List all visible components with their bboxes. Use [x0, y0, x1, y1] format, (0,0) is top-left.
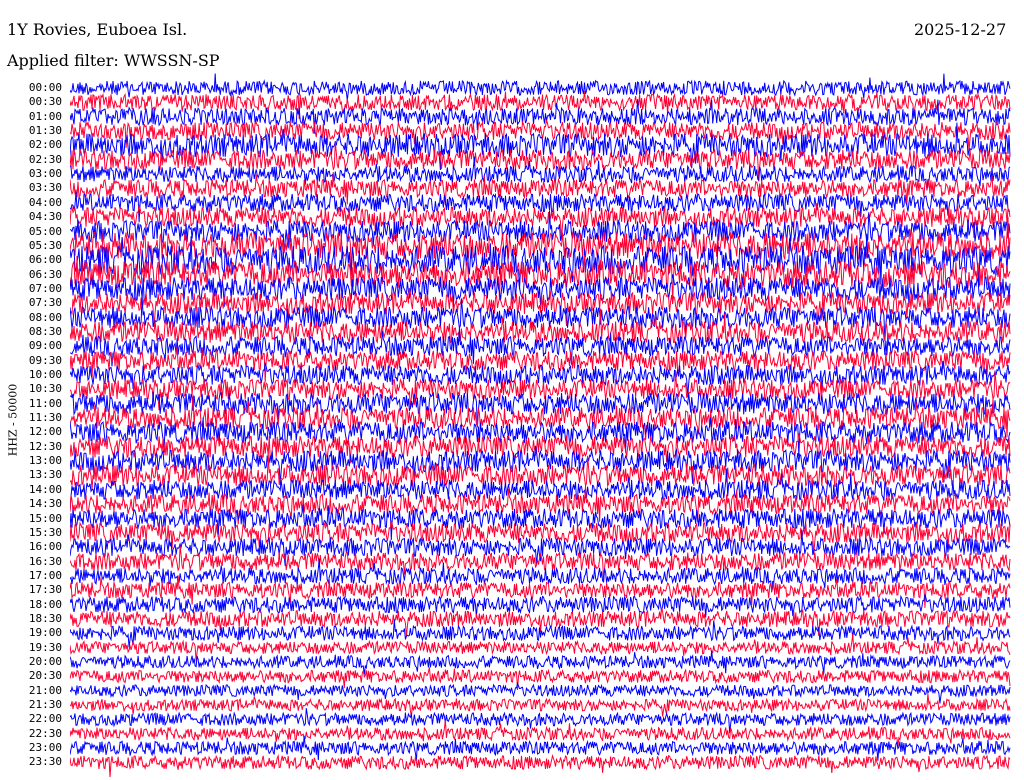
- trace-1230: [70, 433, 1011, 464]
- time-tick-label: 02:00: [28, 138, 62, 152]
- time-tick-label: 08:00: [28, 310, 62, 324]
- time-tick-label: 18:00: [28, 597, 62, 611]
- time-tick-label: 23:00: [28, 741, 62, 755]
- time-tick-label: 10:00: [28, 368, 62, 381]
- time-tick-label: 16:30: [28, 554, 62, 568]
- time-tick-label: 13:00: [28, 454, 62, 468]
- time-tick-label: 21:00: [28, 683, 62, 697]
- time-tick-label: 05:30: [28, 238, 62, 252]
- time-tick-label: 22:30: [28, 726, 62, 740]
- time-tick-label: 12:00: [28, 425, 62, 439]
- time-tick-label: 22:00: [28, 712, 62, 726]
- time-tick-label: 11:00: [28, 396, 62, 410]
- time-tick-label: 14:30: [28, 497, 62, 511]
- time-tick-label: 00:00: [28, 81, 62, 94]
- time-tick-label: 07:00: [28, 281, 62, 295]
- time-tick-label: 00:30: [28, 95, 62, 109]
- time-tick-label: 04:00: [28, 195, 62, 209]
- time-tick-label: 21:30: [28, 698, 62, 712]
- time-tick-label: 02:30: [28, 152, 62, 166]
- time-tick-label: 09:30: [28, 353, 62, 367]
- time-tick-label: 20:00: [28, 655, 62, 668]
- time-tick-label: 06:30: [28, 267, 62, 281]
- time-tick-label: 19:00: [28, 626, 62, 640]
- time-tick-label: 18:30: [28, 611, 62, 625]
- time-tick-label: 08:30: [28, 324, 62, 338]
- seismogram-plot: [70, 73, 1011, 778]
- time-tick-label: 15:30: [28, 525, 62, 539]
- trace-1800: [70, 594, 1011, 618]
- time-tick-label: 03:30: [28, 181, 62, 195]
- time-tick-label: 09:00: [28, 339, 62, 353]
- time-tick-label: 07:30: [28, 296, 62, 310]
- time-tick-label: 23:30: [28, 755, 62, 769]
- time-tick-label: 01:30: [28, 124, 62, 138]
- time-tick-label: 12:30: [28, 439, 62, 453]
- time-tick-label: 05:00: [28, 224, 62, 238]
- time-tick-label: 15:00: [28, 511, 62, 525]
- trace-0030: [70, 91, 1011, 120]
- time-tick-label: 03:00: [28, 167, 62, 181]
- trace-1330: [70, 454, 1011, 492]
- trace-0330: [70, 171, 1011, 206]
- time-tick-label: 20:30: [28, 669, 62, 683]
- time-tick-label: 17:00: [28, 568, 62, 582]
- time-tick-label: 16:00: [28, 540, 62, 554]
- time-tick-label: 14:00: [28, 482, 62, 496]
- time-tick-label: 17:30: [28, 583, 62, 597]
- time-tick-label: 04:30: [28, 210, 62, 224]
- time-tick-label: 01:00: [28, 109, 62, 123]
- time-tick-label: 11:30: [28, 411, 62, 425]
- time-tick-label: 19:30: [28, 640, 62, 654]
- trace-2330: [70, 753, 1011, 778]
- trace-1300: [70, 445, 1011, 485]
- trace-1930: [70, 634, 1011, 662]
- time-tick-label: 13:30: [28, 468, 62, 482]
- time-tick-label: 06:00: [28, 253, 62, 267]
- time-tick-label: 10:30: [28, 382, 62, 396]
- trace-0930: [70, 346, 1011, 383]
